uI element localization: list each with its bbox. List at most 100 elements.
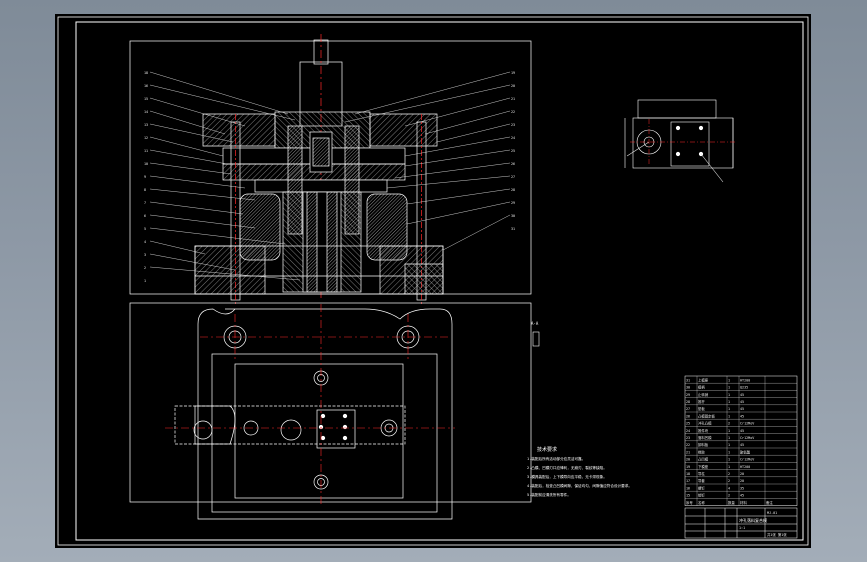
bom-cell: 17 xyxy=(686,479,690,483)
part-number: 10 xyxy=(144,162,148,166)
bom-cell: 26 xyxy=(686,414,690,418)
part-centerlines xyxy=(630,119,735,164)
bom-cell: 45 xyxy=(740,443,744,447)
bom-cell: 4 xyxy=(728,486,730,490)
bom-header-cell: 数量 xyxy=(728,500,735,505)
bom-cell: 上模座 xyxy=(698,377,709,382)
bom-header-cell: 序号 xyxy=(686,500,693,505)
view-label: A-A xyxy=(531,321,539,326)
part-number: 29 xyxy=(511,201,515,205)
part-number: 12 xyxy=(144,136,148,140)
bom-cell: 凸模固定板 xyxy=(698,413,716,418)
section-view xyxy=(129,34,532,304)
bom-cell: 25 xyxy=(686,422,690,426)
bom-cell: 21 xyxy=(686,450,690,454)
part-number: 15 xyxy=(144,97,148,101)
tech-note: 3.模具装配后，上下模导向应平稳，无卡滞现象。 xyxy=(527,474,607,479)
bom-cell: 45 xyxy=(740,429,744,433)
part-number: 7 xyxy=(144,201,146,205)
bom-cell: 冲孔凸模 xyxy=(698,421,712,426)
bom-cell: 24 xyxy=(686,429,690,433)
bom-header-cell: 备注 xyxy=(766,500,773,505)
bom-cell: 28 xyxy=(686,400,690,404)
part-number: 21 xyxy=(511,97,515,101)
bom-cell: 20 xyxy=(740,472,744,476)
part-number: 1 xyxy=(144,279,146,283)
bom-cell: 1 xyxy=(728,458,730,462)
plan-view xyxy=(129,302,532,520)
bom-cell: 橡胶 xyxy=(698,449,705,454)
bom-cell: Q235 xyxy=(740,386,748,390)
bom-cell: 15 xyxy=(686,494,690,498)
cad-viewport[interactable]: 18 16 15 14 13 12 11 10 9 8 7 6 5 4 3 2 1 19 20 21 22 23 24 25… xyxy=(0,0,867,562)
part-number: 22 xyxy=(511,110,515,114)
bom-cell: 31 xyxy=(686,378,690,382)
part-number: 28 xyxy=(511,188,515,192)
part-number: 9 xyxy=(144,175,146,179)
bom-cell: 落料凹模 xyxy=(698,435,712,440)
bom-cell: 1 xyxy=(728,429,730,433)
bom-cell: 45 xyxy=(740,400,744,404)
bom-cell: 1 xyxy=(728,393,730,397)
bom-cell: 止转销 xyxy=(698,392,709,397)
part-number: 13 xyxy=(144,123,148,127)
bom-cell: 聚氨酯 xyxy=(740,449,751,454)
bom-cell: 45 xyxy=(740,494,744,498)
part-number: 24 xyxy=(511,136,515,140)
part-number: 31 xyxy=(511,227,515,231)
bom-cell: 卸料板 xyxy=(698,442,709,447)
bom-cell: 螺钉 xyxy=(698,485,705,490)
part-number: 8 xyxy=(144,188,146,192)
title-block-drawing-no: MJ-01 xyxy=(767,511,777,515)
bom-cell: 1 xyxy=(728,450,730,454)
bom-cell: Cr12MoV xyxy=(740,458,754,462)
part-number: 25 xyxy=(511,149,515,153)
title-block-sheet: 共1张 第1张 xyxy=(767,532,787,537)
bom-cell: 1 xyxy=(728,378,730,382)
bom-cell: Cr12MoV xyxy=(740,436,754,440)
bom-cell: 20 xyxy=(740,479,744,483)
part-number: 19 xyxy=(511,71,515,75)
bom-cell: 销钉 xyxy=(698,493,705,498)
tech-note: 4.装配后，检查凸凹模间隙，保证均匀，间隙值应符合设计要求。 xyxy=(527,483,632,488)
bom-cell: 27 xyxy=(686,407,690,411)
bom-cell: 45 xyxy=(740,407,744,411)
bom-cell: Cr12MoV xyxy=(740,422,754,426)
bom-cell: 19 xyxy=(686,465,690,469)
bom-cell: 45 xyxy=(740,414,744,418)
bom-table: 31 上模座 1 HT200 30 模柄 1 Q235 29 止转销 1 45 28 推杆 1 45 27 垫板 1… xyxy=(684,375,798,506)
part-number: 6 xyxy=(144,214,146,218)
bom-cell: 23 xyxy=(686,436,690,440)
plan-centerlines xyxy=(165,304,455,504)
part-number: 4 xyxy=(144,240,146,244)
bom-header-cell: 名称 xyxy=(698,500,705,505)
tech-note: 1.装配后所有活动部分应灵活可靠。 xyxy=(527,456,585,461)
bom-cell: 45 xyxy=(740,393,744,397)
bom-cell: 20 xyxy=(686,458,690,462)
bom-cell: 30 xyxy=(686,386,690,390)
part-number: 2 xyxy=(144,266,146,270)
bom-cell: 凸凹模 xyxy=(698,457,709,462)
part-number: 11 xyxy=(144,149,148,153)
part-number: 3 xyxy=(144,253,146,257)
bom-cell: 导柱 xyxy=(698,471,705,476)
bom-cell: 1 xyxy=(728,465,730,469)
part-number: 23 xyxy=(511,123,515,127)
bom-cell: HT200 xyxy=(740,465,750,469)
part-number: 27 xyxy=(511,175,515,179)
bom-cell: 2 xyxy=(728,479,730,483)
bom-cell: 2 xyxy=(728,494,730,498)
part-number: 20 xyxy=(511,84,515,88)
part-number: 26 xyxy=(511,162,515,166)
part-number: 18 xyxy=(144,71,148,75)
bom-cell: 导套 xyxy=(698,478,705,483)
drawing-sheet[interactable]: 18 16 15 14 13 12 11 10 9 8 7 6 5 4 3 2 1 19 20 21 22 23 24 25… xyxy=(55,14,811,548)
bom-cell: 2 xyxy=(728,422,730,426)
part-numbers-right: 19 20 21 22 23 24 25 26 27 28 29 30 31 xyxy=(511,71,515,231)
bom-cell: 垫板 xyxy=(698,406,705,411)
section-marker: A-A xyxy=(531,321,540,347)
part-number: 5 xyxy=(144,227,146,231)
bom-cell: 1 xyxy=(728,436,730,440)
title-block-name: 冲孔落料复合模 xyxy=(739,517,767,523)
tech-note: 5.装配前应清洗所有零件。 xyxy=(527,492,571,497)
